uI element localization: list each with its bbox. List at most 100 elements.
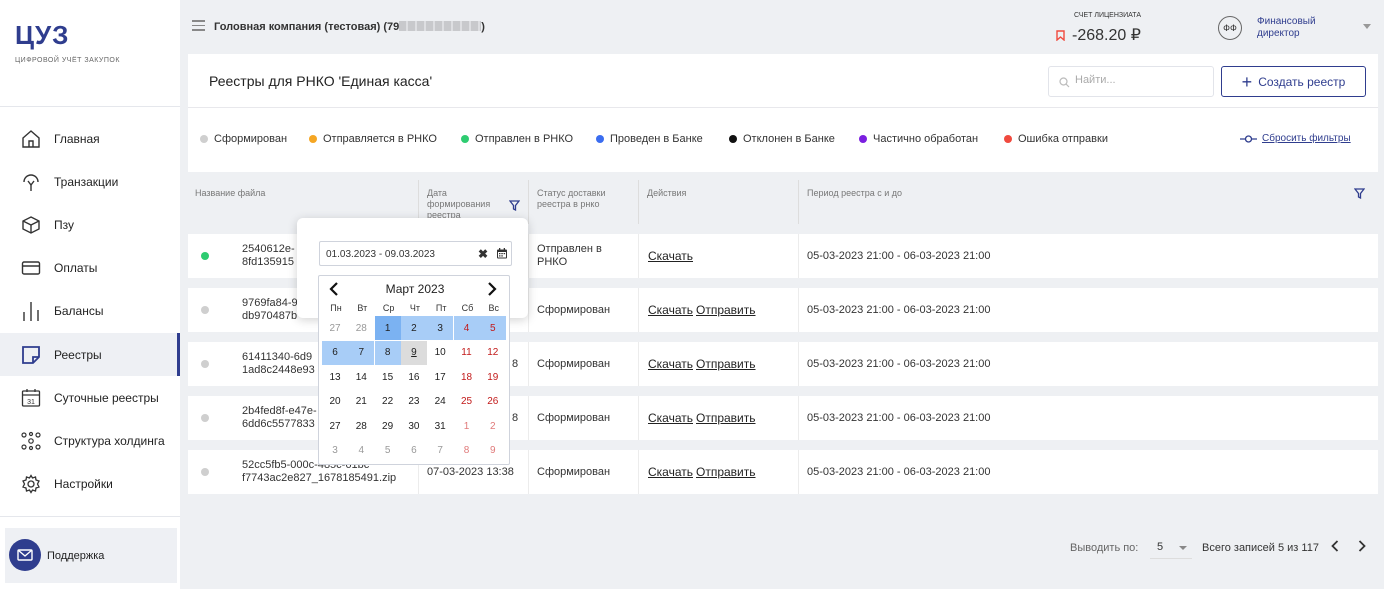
calendar-day[interactable]: 12 — [480, 341, 506, 365]
reset-filters-link[interactable]: Сбросить фильтры — [1240, 133, 1351, 144]
period-cell: 05-03-2023 21:00 - 06-03-2023 21:00 — [798, 234, 1378, 278]
sidebar-item-pzu[interactable]: Пзу — [0, 203, 180, 246]
filter-icon[interactable] — [1353, 188, 1366, 202]
filter-icon[interactable] — [508, 200, 521, 214]
search-box[interactable] — [1048, 66, 1214, 97]
calendar-day[interactable]: 20 — [322, 390, 348, 414]
status-filter-processed[interactable]: Проведен в Банке — [596, 133, 703, 145]
download-link[interactable]: Скачать — [648, 465, 693, 479]
calendar-day[interactable]: 23 — [401, 390, 427, 414]
sidebar-item-holding-structure[interactable]: Структура холдинга — [0, 419, 180, 462]
status-cell: Сформирован — [528, 288, 638, 332]
company-selector[interactable]: Головная компания (тестовая) (79) — [214, 21, 485, 33]
sidebar-item-payments[interactable]: Оплаты — [0, 246, 180, 289]
avatar[interactable]: ФФ — [1218, 16, 1242, 40]
send-link[interactable]: Отправить — [696, 411, 756, 425]
send-link[interactable]: Отправить — [696, 465, 756, 479]
calendar-day[interactable]: 14 — [348, 365, 374, 389]
calendar-day[interactable]: 8 — [454, 439, 480, 463]
support-button[interactable]: Поддержка — [5, 528, 177, 583]
holding-structure-icon — [20, 430, 42, 452]
calendar-day[interactable]: 4 — [453, 316, 480, 340]
calendar-day[interactable]: 15 — [375, 365, 401, 389]
status-filter-partial[interactable]: Частично обработан — [859, 133, 978, 145]
menu-toggle-icon[interactable] — [192, 20, 205, 34]
calendar-day[interactable]: 10 — [427, 341, 453, 365]
calendar-day[interactable]: 2 — [400, 316, 427, 340]
chevron-left-icon[interactable] — [1331, 540, 1339, 555]
calendar-day[interactable]: 22 — [375, 390, 401, 414]
calendar-day[interactable]: 17 — [427, 365, 453, 389]
status-filter-sending[interactable]: Отправляется в РНКО — [309, 133, 437, 145]
calendar-day[interactable]: 8 — [374, 340, 401, 365]
date-range-input[interactable]: 01.03.2023 - 09.03.2023 ✖ — [319, 241, 512, 266]
send-link[interactable]: Отправить — [696, 303, 756, 317]
download-link[interactable]: Скачать — [648, 303, 693, 317]
calendar-day[interactable]: 7 — [348, 340, 375, 365]
calendar-day[interactable]: 3 — [427, 316, 454, 340]
sidebar-item-settings[interactable]: Настройки — [0, 462, 180, 505]
download-link[interactable]: Скачать — [648, 249, 693, 263]
calendar-day[interactable]: 13 — [322, 365, 348, 389]
calendar-day[interactable]: 1 — [454, 414, 480, 438]
calendar-day[interactable]: 25 — [454, 390, 480, 414]
send-link[interactable]: Отправить — [696, 357, 756, 371]
download-link[interactable]: Скачать — [648, 357, 693, 371]
status-filter-rejected[interactable]: Отклонен в Банке — [729, 133, 835, 145]
per-page-select[interactable]: 5 — [1150, 535, 1192, 559]
company-name: Головная компания (тестовая) (79 — [214, 21, 400, 33]
status-filter-formed[interactable]: Сформирован — [200, 133, 287, 145]
calendar-day[interactable]: 2 — [480, 414, 506, 438]
status-filter-sent[interactable]: Отправлен в РНКО — [461, 133, 573, 145]
calendar-day[interactable]: 9 — [480, 439, 506, 463]
calendar-day[interactable]: 6 — [401, 439, 427, 463]
calendar-day[interactable]: 19 — [480, 365, 506, 389]
create-registry-label: Создать реестр — [1258, 74, 1346, 89]
sidebar-item-balances[interactable]: Балансы — [0, 289, 180, 332]
search-input[interactable] — [1075, 74, 1205, 86]
calendar-day[interactable]: 26 — [480, 390, 506, 414]
status-filter-error[interactable]: Ошибка отправки — [1004, 133, 1108, 145]
actions-cell: Скачать Отправить — [638, 396, 798, 440]
calendar-day[interactable]: 7 — [427, 439, 453, 463]
chevron-right-icon[interactable] — [1358, 540, 1366, 555]
calendar-day[interactable]: 21 — [348, 390, 374, 414]
calendar-day[interactable]: 9 — [400, 340, 427, 365]
chevron-right-icon[interactable] — [487, 282, 497, 299]
calendar-day[interactable]: 3 — [322, 439, 348, 463]
calendar-day[interactable]: 31 — [427, 414, 453, 438]
download-link[interactable]: Скачать — [648, 411, 693, 425]
calendar-icon[interactable] — [497, 248, 507, 262]
calendar-day[interactable]: 28 — [348, 316, 374, 340]
create-registry-button[interactable]: + Создать реестр — [1221, 66, 1366, 97]
chevron-down-icon[interactable] — [1363, 24, 1371, 29]
actions-cell: Скачать Отправить — [638, 342, 798, 386]
calendar-day[interactable]: 24 — [427, 390, 453, 414]
calendar-day[interactable]: 27 — [322, 316, 348, 340]
calendar-day[interactable]: 27 — [322, 414, 348, 438]
calendar-day[interactable]: 16 — [401, 365, 427, 389]
support-label: Поддержка — [47, 550, 105, 562]
sidebar-item-daily-registries[interactable]: 31 Суточные реестры — [0, 376, 180, 419]
calendar-day[interactable]: 29 — [375, 414, 401, 438]
sidebar-item-label: Реестры — [54, 347, 102, 362]
calendar-day[interactable]: 28 — [348, 414, 374, 438]
sidebar-item-home[interactable]: Главная — [0, 117, 180, 160]
per-page-value: 5 — [1157, 541, 1164, 553]
calendar-day[interactable]: 18 — [454, 365, 480, 389]
row-status-dot — [201, 306, 209, 314]
sidebar-item-transactions[interactable]: Транзакции — [0, 160, 180, 203]
user-role[interactable]: Финансовый директор — [1257, 16, 1327, 40]
calendar-day[interactable]: 5 — [375, 439, 401, 463]
sidebar-item-label: Оплаты — [54, 260, 98, 275]
calendar-day[interactable]: 4 — [348, 439, 374, 463]
calendar-day[interactable]: 6 — [322, 340, 348, 365]
calendar-day[interactable]: 5 — [479, 316, 506, 340]
total-records: Всего записей 5 из 117 — [1202, 542, 1319, 554]
calendar-day[interactable]: 30 — [401, 414, 427, 438]
calendar-day[interactable]: 11 — [454, 341, 480, 365]
clear-icon[interactable]: ✖ — [478, 247, 488, 261]
sidebar-item-registries[interactable]: Реестры — [0, 333, 180, 376]
logo: ЦУЗ — [15, 20, 70, 50]
calendar-day[interactable]: 1 — [374, 316, 401, 340]
